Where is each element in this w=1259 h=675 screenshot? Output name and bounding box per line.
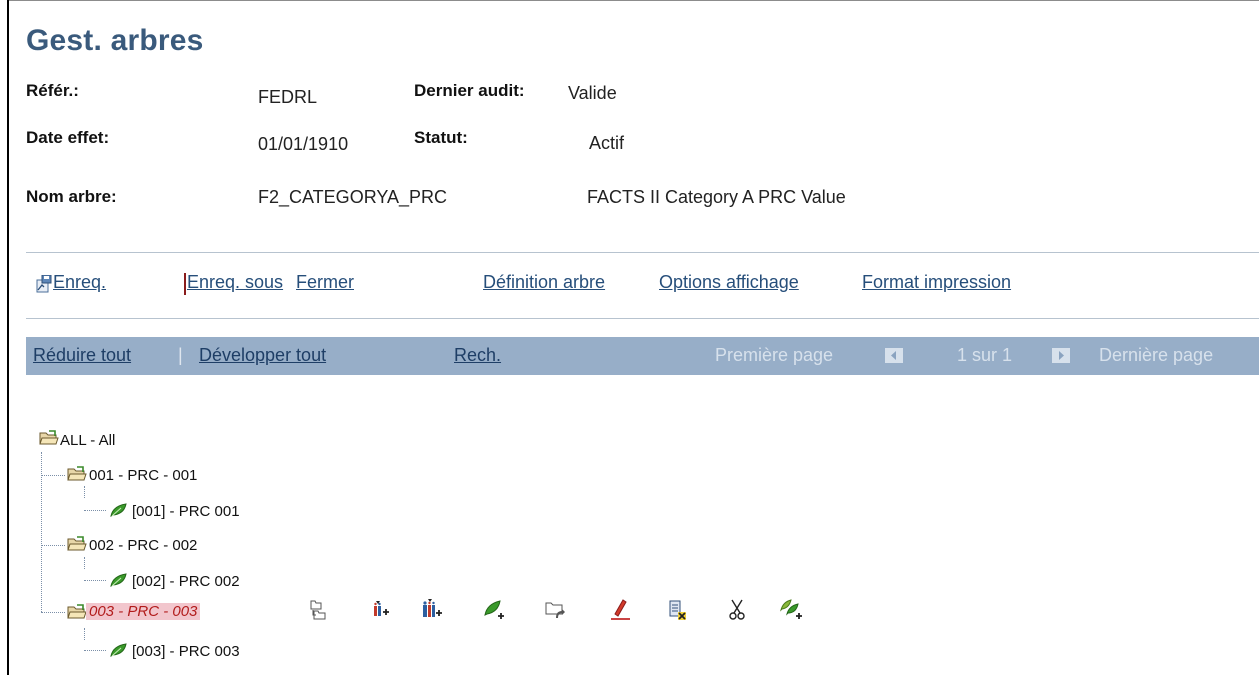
display-options-link[interactable]: Options affichage bbox=[659, 272, 799, 293]
tree-connector bbox=[84, 650, 106, 651]
close-link[interactable]: Fermer bbox=[296, 272, 354, 293]
delete-node-icon[interactable] bbox=[664, 596, 692, 624]
open-folder-icon[interactable] bbox=[67, 604, 87, 620]
insert-child-node-icon[interactable] bbox=[367, 596, 395, 624]
tree-connector bbox=[41, 452, 42, 612]
tree-connector bbox=[84, 628, 85, 640]
tree-navigation-bar: Réduire tout | Développer tout Rech. Pre… bbox=[26, 337, 1259, 375]
open-folder-icon[interactable] bbox=[39, 430, 59, 446]
save-link[interactable]: Enreq. bbox=[53, 272, 106, 293]
search-link[interactable]: Rech. bbox=[454, 345, 501, 366]
separator-top bbox=[26, 252, 1259, 253]
folder-undo-icon[interactable] bbox=[542, 596, 570, 624]
tree-definition-link[interactable]: Définition arbre bbox=[483, 272, 605, 293]
tree-connector bbox=[84, 510, 106, 511]
last-audit-value: Valide bbox=[568, 83, 617, 103]
tree-node[interactable]: 002 - PRC - 002 bbox=[89, 537, 197, 554]
folder-move-icon[interactable] bbox=[304, 596, 332, 624]
save-icon[interactable] bbox=[36, 275, 52, 293]
tree-connector bbox=[41, 612, 65, 613]
save-as-link[interactable]: Enreq. sous bbox=[187, 272, 283, 293]
tree-leaf[interactable]: [002] - PRC 002 bbox=[132, 573, 240, 590]
open-folder-icon[interactable] bbox=[67, 536, 87, 552]
collapse-all-link[interactable]: Réduire tout bbox=[33, 345, 131, 366]
tree-connector bbox=[84, 580, 106, 581]
tree-connector bbox=[84, 486, 85, 498]
tree-connector bbox=[41, 475, 65, 476]
tree-description: FACTS II Category A PRC Value bbox=[587, 187, 846, 207]
open-folder-icon[interactable] bbox=[67, 466, 87, 482]
page-title: Gest. arbres bbox=[26, 24, 204, 57]
reference-value: FEDRL bbox=[258, 87, 318, 107]
tree-name-value: F2_CATEGORYA_PRC bbox=[258, 187, 448, 207]
last-audit-label: Dernier audit: bbox=[414, 81, 525, 100]
tree-connector bbox=[41, 545, 65, 546]
leaf-icon[interactable] bbox=[109, 502, 129, 518]
print-format-link[interactable]: Format impression bbox=[862, 272, 1011, 293]
previous-arrow-icon bbox=[885, 348, 903, 363]
last-page-link: Dernière page bbox=[1099, 345, 1214, 365]
status-value: Actif bbox=[589, 133, 625, 153]
separator-bottom bbox=[26, 318, 1259, 319]
leaf-icon[interactable] bbox=[109, 642, 129, 658]
text-caret bbox=[184, 273, 186, 295]
leaf-icon[interactable] bbox=[109, 572, 129, 588]
first-page-link: Première page bbox=[715, 345, 834, 365]
tree-leaf[interactable]: [003] - PRC 003 bbox=[132, 643, 240, 660]
cut-icon[interactable] bbox=[723, 596, 751, 624]
tree-leaf[interactable]: [001] - PRC 001 bbox=[132, 503, 240, 520]
reference-label: Référ.: bbox=[26, 81, 79, 100]
status-label: Statut: bbox=[414, 128, 468, 147]
nav-divider: | bbox=[178, 345, 183, 365]
expand-all-link[interactable]: Développer tout bbox=[199, 345, 326, 366]
page-info: 1 sur 1 bbox=[957, 345, 1013, 365]
tree-root-node[interactable]: ALL - All bbox=[60, 432, 115, 449]
next-arrow-icon bbox=[1052, 348, 1070, 363]
insert-leaf-icon[interactable] bbox=[481, 596, 509, 624]
tree-node-selected[interactable]: 003 - PRC - 003 bbox=[86, 603, 201, 620]
tree-node[interactable]: 001 - PRC - 001 bbox=[89, 467, 197, 484]
edit-data-icon[interactable] bbox=[606, 596, 634, 624]
frame-top-border bbox=[7, 0, 1259, 1]
frame-left-border bbox=[7, 0, 9, 675]
effective-date-label: Date effet: bbox=[26, 128, 110, 147]
effective-date-value: 01/01/1910 bbox=[258, 134, 349, 154]
tree-name-label: Nom arbre: bbox=[26, 187, 117, 206]
tree-connector bbox=[84, 557, 85, 569]
insert-leaves-icon[interactable] bbox=[777, 596, 805, 624]
insert-sibling-node-icon[interactable] bbox=[418, 596, 446, 624]
